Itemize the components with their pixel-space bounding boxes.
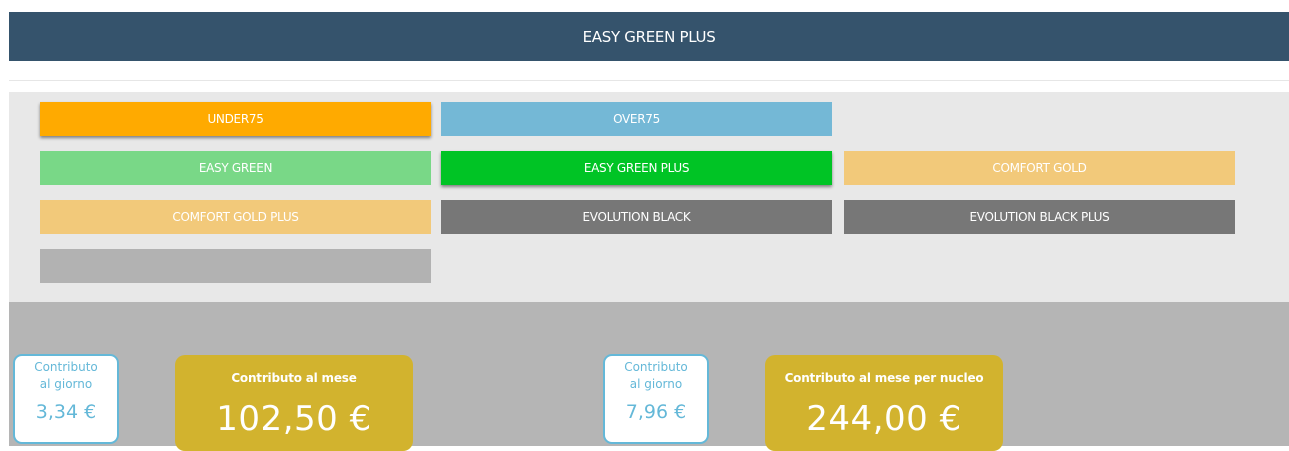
plan-button-evolution-black[interactable]: EVOLUTION BLACK <box>441 200 832 234</box>
family-daily-contribution-card: Contributo al giorno 7,96 € <box>603 354 709 444</box>
daily-contribution-card: Contributo al giorno 3,34 € <box>13 354 119 444</box>
plan-button-empty[interactable] <box>40 249 431 283</box>
plan-button-label: EASY GREEN PLUS <box>583 161 690 175</box>
plan-button-label: UNDER75 <box>207 112 264 126</box>
page-title: EASY GREEN PLUS <box>582 27 716 46</box>
plan-button-label: OVER75 <box>613 112 660 126</box>
plan-button-comfort-gold-plus[interactable]: COMFORT GOLD PLUS <box>40 200 431 234</box>
plan-button-label: EVOLUTION BLACK PLUS <box>969 210 1110 224</box>
daily-contribution-label: Contributo al giorno <box>34 360 98 391</box>
plan-button-label: EASY GREEN <box>198 161 273 175</box>
plan-button-under75[interactable]: UNDER75 <box>40 102 431 136</box>
plan-button-easy-green[interactable]: EASY GREEN <box>40 151 431 185</box>
plan-button-label: EVOLUTION BLACK <box>582 210 691 224</box>
page-header: EASY GREEN PLUS <box>9 12 1289 61</box>
plan-button-evolution-black-plus[interactable]: EVOLUTION BLACK PLUS <box>844 200 1235 234</box>
family-monthly-contribution-label: Contributo al mese per nucleo <box>784 371 984 385</box>
family-monthly-contribution-value: 244,00 € <box>806 399 962 439</box>
family-monthly-contribution-card: Contributo al mese per nucleo 244,00 € <box>765 355 1003 451</box>
plan-button-label: COMFORT GOLD PLUS <box>172 210 299 224</box>
price-summary-section: Contributo al giorno 3,34 € Contributo a… <box>9 302 1289 451</box>
plan-button-comfort-gold[interactable]: COMFORT GOLD <box>844 151 1235 185</box>
family-daily-contribution-value: 7,96 € <box>625 401 687 423</box>
plan-button-over75[interactable]: OVER75 <box>441 102 832 136</box>
family-daily-contribution-label: Contributo al giorno <box>624 360 688 391</box>
plan-selector-panel: UNDER75 OVER75 EASY GREEN EASY GREEN PLU… <box>9 92 1289 302</box>
daily-contribution-value: 3,34 € <box>35 401 97 423</box>
monthly-contribution-card: Contributo al mese 102,50 € <box>175 355 413 451</box>
plan-button-label: COMFORT GOLD <box>992 161 1087 175</box>
plan-button-easy-green-plus[interactable]: EASY GREEN PLUS <box>441 151 832 185</box>
monthly-contribution-label: Contributo al mese <box>231 371 357 385</box>
monthly-contribution-value: 102,50 € <box>216 399 372 439</box>
divider <box>9 80 1289 81</box>
